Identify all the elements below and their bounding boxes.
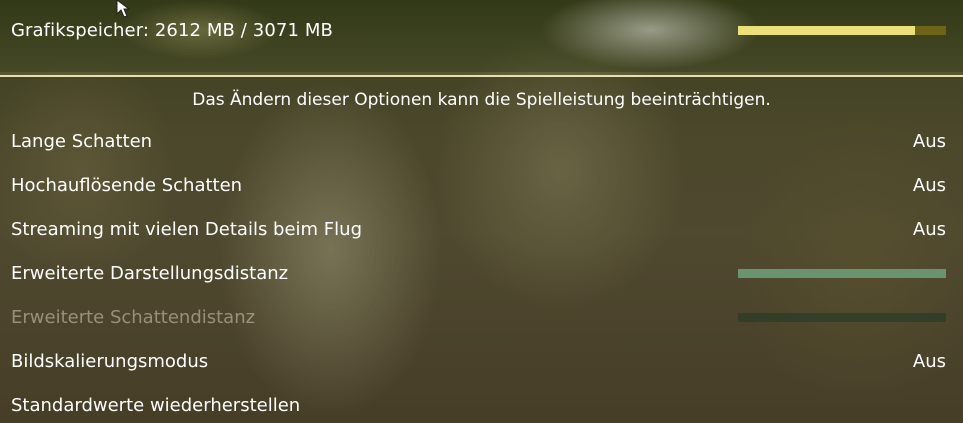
- setting-label: Erweiterte Darstellungsdistanz: [11, 263, 289, 284]
- setting-high-res-shadows[interactable]: Hochauflösende Schatten Aus: [0, 164, 963, 208]
- restore-defaults-button[interactable]: Standardwerte wiederherstellen: [0, 384, 963, 423]
- setting-label: Standardwerte wiederherstellen: [11, 395, 301, 416]
- setting-label: Lange Schatten: [11, 131, 153, 152]
- distance-scaling-slider[interactable]: [738, 269, 946, 278]
- setting-label: Hochauflösende Schatten: [11, 175, 243, 196]
- slider-fill: [738, 269, 946, 278]
- setting-frame-scaling-mode[interactable]: Bildskalierungsmodus Aus: [0, 340, 963, 384]
- setting-label: Bildskalierungsmodus: [11, 351, 209, 372]
- setting-label: Erweiterte Schattendistanz: [11, 307, 256, 328]
- performance-warning: Das Ändern dieser Optionen kann die Spie…: [192, 90, 771, 110]
- vram-usage-label: Grafikspeicher: 2612 MB / 3071 MB: [11, 20, 333, 41]
- setting-value[interactable]: Aus: [913, 175, 946, 197]
- setting-extended-shadow-distance: Erweiterte Schattendistanz: [0, 296, 963, 340]
- setting-value[interactable]: Aus: [913, 219, 946, 241]
- header-divider: [0, 75, 963, 77]
- setting-value[interactable]: Aus: [913, 131, 946, 153]
- setting-flight-detail-streaming[interactable]: Streaming mit vielen Details beim Flug A…: [0, 208, 963, 252]
- setting-label: Streaming mit vielen Details beim Flug: [11, 219, 362, 240]
- vram-usage-bar: [738, 26, 946, 35]
- shadow-distance-slider: [738, 313, 946, 322]
- mouse-pointer-icon: [116, 0, 131, 18]
- setting-value[interactable]: Aus: [913, 351, 946, 373]
- vram-usage-fill: [738, 26, 915, 35]
- slider-fill: [738, 313, 946, 322]
- background-blur: [540, 0, 760, 70]
- setting-extended-distance-scaling[interactable]: Erweiterte Darstellungsdistanz: [0, 252, 963, 296]
- game-settings-screen: Grafikspeicher: 2612 MB / 3071 MB Das Än…: [0, 0, 963, 423]
- setting-long-shadows[interactable]: Lange Schatten Aus: [0, 120, 963, 164]
